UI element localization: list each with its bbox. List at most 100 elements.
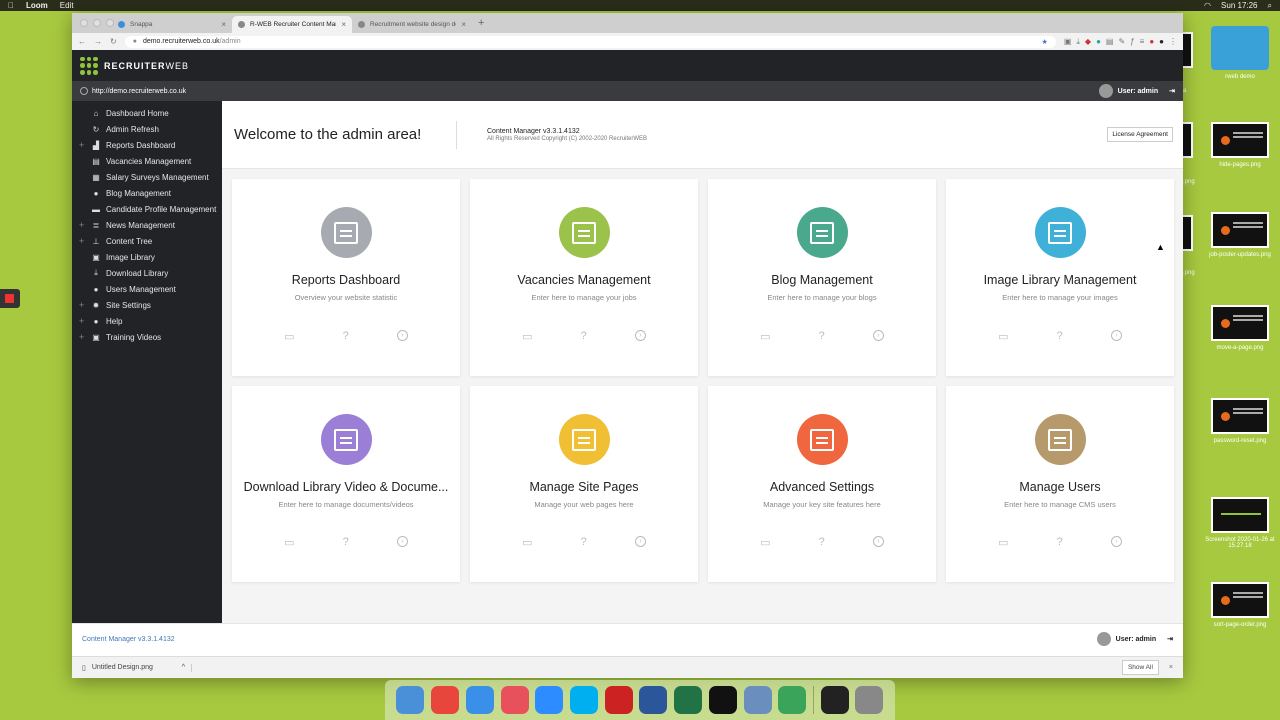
search-icon[interactable]: ⌕ bbox=[1268, 1, 1272, 11]
expand-plus-icon[interactable]: + bbox=[79, 332, 84, 342]
url-input[interactable]: ● demo.recruiterweb.co.uk/admin ★ bbox=[124, 35, 1056, 48]
browser-tab[interactable]: Recruitment website design de… × bbox=[352, 16, 472, 33]
expand-plus-icon[interactable]: + bbox=[79, 316, 84, 326]
sidebar-item[interactable]: ⌂ Dashboard Home bbox=[72, 105, 222, 121]
extension-icon[interactable]: ● bbox=[1149, 37, 1154, 47]
dashboard-card[interactable]: Manage Site Pages Manage your web pages h… bbox=[470, 386, 698, 582]
loom-stop-record-button[interactable] bbox=[0, 289, 20, 308]
apple-icon[interactable]:  bbox=[8, 1, 14, 10]
sidebar-item[interactable]: + ▟ Reports Dashboard bbox=[72, 137, 222, 153]
help-icon[interactable]: ? bbox=[1057, 330, 1063, 343]
help-icon[interactable]: ? bbox=[1057, 536, 1063, 549]
dock-vectornator-icon[interactable] bbox=[500, 686, 529, 714]
arrow-right-circle-icon[interactable]: › bbox=[396, 330, 408, 341]
arrow-right-circle-icon[interactable]: › bbox=[1110, 536, 1122, 547]
arrow-right-circle-icon[interactable]: › bbox=[396, 536, 408, 547]
help-icon[interactable]: ? bbox=[819, 536, 825, 549]
sidebar-item[interactable]: ↻ Admin Refresh bbox=[72, 121, 222, 137]
bookmark-star-icon[interactable]: ★ bbox=[1042, 38, 1048, 46]
video-icon[interactable]: ▭ bbox=[284, 330, 294, 343]
help-icon[interactable]: ? bbox=[819, 330, 825, 343]
dock-preview-icon[interactable] bbox=[743, 686, 772, 714]
logout-icon[interactable]: ⇥ bbox=[1167, 635, 1173, 643]
extension-icon[interactable]: ≡ bbox=[1140, 37, 1145, 47]
desktop-file[interactable]: sort-page-order.png bbox=[1205, 582, 1275, 628]
sidebar-item[interactable]: ⤓ Download Library bbox=[72, 265, 222, 281]
window-controls[interactable] bbox=[80, 19, 114, 27]
desktop-file[interactable]: password-reset.png bbox=[1205, 398, 1275, 444]
video-icon[interactable]: ▭ bbox=[760, 330, 770, 343]
license-agreement-button[interactable]: License Agreement bbox=[1107, 127, 1173, 142]
clock[interactable]: Sun 17:26 bbox=[1221, 1, 1257, 10]
dock-excel-icon[interactable] bbox=[674, 686, 703, 714]
recruiterweb-logo-icon[interactable] bbox=[80, 56, 98, 75]
dashboard-card[interactable]: Blog Management Enter here to manage your… bbox=[708, 179, 936, 376]
arrow-right-circle-icon[interactable]: › bbox=[634, 330, 646, 341]
kebab-menu-icon[interactable]: ⋮ bbox=[1169, 37, 1177, 47]
desktop-file[interactable]: Screenshot 2020-01-26 at 15.27.18 bbox=[1205, 497, 1275, 549]
sidebar-item[interactable]: ● Users Management bbox=[72, 281, 222, 297]
dock-trash-icon[interactable] bbox=[855, 686, 884, 714]
sidebar-item[interactable]: + ● Help bbox=[72, 313, 222, 329]
footer-version-link[interactable]: Content Manager v3.3.1.4132 bbox=[82, 636, 175, 643]
dock-word-icon[interactable] bbox=[639, 686, 668, 714]
video-icon[interactable]: ▭ bbox=[998, 536, 1008, 549]
pen-icon[interactable]: ✎ bbox=[1118, 37, 1125, 47]
forward-icon[interactable]: → bbox=[94, 37, 102, 46]
video-icon[interactable]: ▭ bbox=[760, 536, 770, 549]
dock-numbers-icon[interactable] bbox=[778, 686, 807, 714]
show-all-button[interactable]: Show All bbox=[1121, 660, 1159, 675]
reload-icon[interactable]: ↻ bbox=[110, 37, 117, 46]
help-icon[interactable]: ? bbox=[343, 536, 349, 549]
sidebar-item[interactable]: + ⊥ Content Tree bbox=[72, 233, 222, 249]
back-icon[interactable]: ← bbox=[78, 37, 86, 46]
sidebar-item[interactable]: ▦ Salary Surveys Management bbox=[72, 169, 222, 185]
dock-infuse-icon[interactable] bbox=[708, 686, 737, 714]
dashboard-card[interactable]: Vacancies Management Enter here to manage… bbox=[470, 179, 698, 376]
close-icon[interactable]: × bbox=[1169, 664, 1173, 671]
download-icon[interactable]: ⤓ bbox=[1076, 37, 1080, 47]
wifi-icon[interactable]: ◠ bbox=[1204, 1, 1211, 10]
dock-screenshot-icon[interactable] bbox=[820, 686, 849, 714]
video-icon[interactable]: ▭ bbox=[284, 536, 294, 549]
dock-skype-icon[interactable] bbox=[569, 686, 598, 714]
desktop-file[interactable]: move-a-page.png bbox=[1205, 305, 1275, 351]
site-url-link[interactable]: http://demo.recruiterweb.co.uk bbox=[92, 88, 186, 95]
expand-plus-icon[interactable]: + bbox=[79, 300, 84, 310]
dock-chrome-icon[interactable] bbox=[431, 686, 460, 714]
arrow-right-circle-icon[interactable]: › bbox=[634, 536, 646, 547]
dock-vpn-icon[interactable] bbox=[604, 686, 633, 714]
close-icon[interactable]: × bbox=[221, 20, 226, 29]
video-icon[interactable]: ▭ bbox=[522, 536, 532, 549]
expand-plus-icon[interactable]: + bbox=[79, 236, 84, 246]
font-icon[interactable]: ƒ bbox=[1130, 37, 1134, 47]
dashboard-card[interactable]: Manage Users Enter here to manage CMS use… bbox=[946, 386, 1174, 582]
close-icon[interactable]: × bbox=[341, 20, 346, 29]
dock-finder-icon[interactable] bbox=[396, 686, 425, 714]
sidebar-item[interactable]: ▤ Vacancies Management bbox=[72, 153, 222, 169]
menu-edit[interactable]: Edit bbox=[60, 1, 74, 10]
dashboard-card[interactable]: Reports Dashboard Overview your website s… bbox=[232, 179, 460, 376]
extension-icon[interactable]: ▤ bbox=[1106, 37, 1114, 47]
sidebar-item[interactable]: + ✹ Site Settings bbox=[72, 297, 222, 313]
browser-tab-active[interactable]: R-WEB Recruiter Content Man… × bbox=[232, 16, 352, 33]
dock-safari-icon[interactable] bbox=[465, 686, 494, 714]
dashboard-card[interactable]: Download Library Video & Docume... Enter … bbox=[232, 386, 460, 582]
menu-app-name[interactable]: Loom bbox=[26, 1, 48, 10]
chevron-up-icon[interactable]: ^ bbox=[182, 664, 185, 671]
dock-zoom-icon[interactable] bbox=[535, 686, 564, 714]
sidebar-item[interactable]: ● Blog Management bbox=[72, 185, 222, 201]
download-item[interactable]: ▯ Untitled Design.png ^ bbox=[82, 663, 192, 672]
dashboard-card[interactable]: Image Library Management Enter here to ma… bbox=[946, 179, 1174, 376]
arrow-right-circle-icon[interactable]: › bbox=[872, 536, 884, 547]
sidebar-item[interactable]: ▣ Image Library bbox=[72, 249, 222, 265]
video-icon[interactable]: ▭ bbox=[522, 330, 532, 343]
desktop-file[interactable]: hide-pages.png bbox=[1205, 122, 1275, 168]
shield-icon[interactable]: ◆ bbox=[1085, 37, 1091, 47]
sidebar-item[interactable]: ▬ Candidate Profile Management bbox=[72, 201, 222, 217]
extension-icon[interactable]: ● bbox=[1096, 37, 1101, 47]
dashboard-card[interactable]: Advanced Settings Manage your key site fe… bbox=[708, 386, 936, 582]
browser-tab[interactable]: Snappa × bbox=[112, 16, 232, 33]
help-icon[interactable]: ? bbox=[581, 536, 587, 549]
expand-plus-icon[interactable]: + bbox=[79, 220, 84, 230]
